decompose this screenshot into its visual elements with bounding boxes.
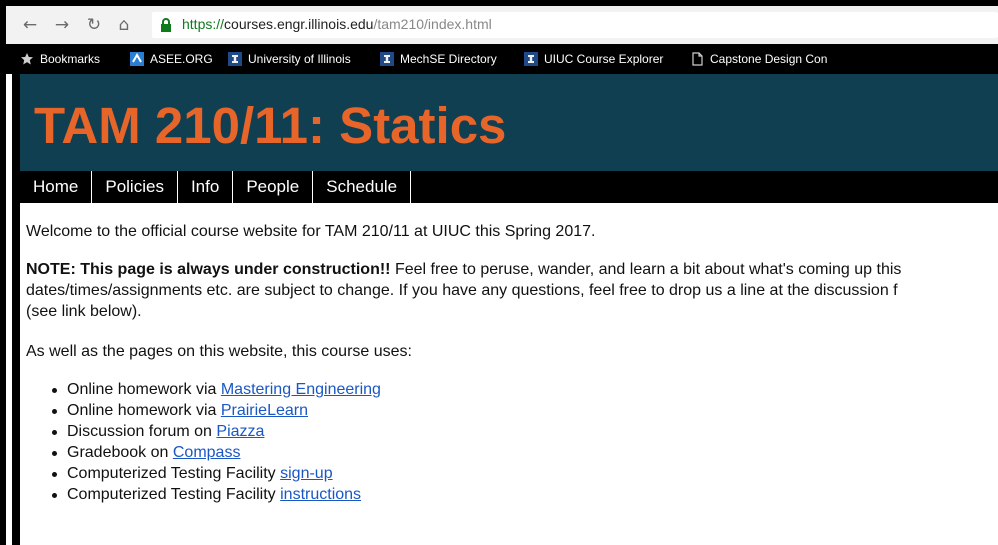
list-item: Online homework via PrairieLearn [52, 401, 381, 422]
lock-icon [161, 18, 171, 32]
bookmark-label: Bookmarks [40, 52, 101, 66]
nav-info[interactable]: Info [178, 171, 234, 203]
bookmark-label: ASEE.ORG [150, 52, 213, 66]
note-line-3: (see link below). [26, 303, 142, 320]
bookmark-uiuc-course-explorer[interactable]: UIUC Course Explorer [524, 51, 663, 67]
list-item-text: Online homework via [67, 402, 221, 419]
star-icon [21, 53, 33, 65]
list-item: Discussion forum on Piazza [52, 422, 381, 443]
bookmarks-bar: Bookmarks ASEE.ORG University of Illinoi… [6, 44, 998, 74]
instructions-link[interactable]: instructions [280, 486, 361, 503]
url-path: /tam210/index.html [373, 16, 492, 32]
browser-toolbar: ← → ↻ ⌂ https://courses.engr.illinois.ed… [6, 6, 998, 44]
list-item: Computerized Testing Facility instructio… [52, 485, 381, 506]
resource-list: Online homework via Mastering Engineerin… [52, 380, 381, 506]
page-icon [692, 52, 703, 66]
illinois-i-icon [228, 52, 242, 66]
url-text: https://courses.engr.illinois.edu/tam210… [182, 16, 492, 32]
list-item-text: Computerized Testing Facility [67, 465, 281, 482]
list-item: Online homework via Mastering Engineerin… [52, 380, 381, 401]
list-item: Gradebook on Compass [52, 443, 381, 464]
site-banner: TAM 210/11: Statics [20, 74, 998, 171]
piazza-link[interactable]: Piazza [216, 423, 264, 440]
signup-link[interactable]: sign-up [280, 465, 332, 482]
forward-arrow-icon[interactable]: → [52, 15, 72, 35]
list-item-text: Online homework via [67, 381, 221, 398]
asee-icon [130, 52, 144, 66]
welcome-text: Welcome to the official course website f… [26, 223, 596, 240]
site-title: TAM 210/11: Statics [34, 97, 507, 154]
address-field[interactable]: https://courses.engr.illinois.edu/tam210… [152, 12, 998, 38]
note-text: Feel free to peruse, wander, and learn a… [390, 261, 902, 278]
home-icon[interactable]: ⌂ [114, 15, 134, 35]
list-item: Computerized Testing Facility sign-up [52, 464, 381, 485]
nav-home[interactable]: Home [20, 171, 93, 203]
note-line-2: dates/times/assignments etc. are subject… [26, 282, 898, 299]
nav-people[interactable]: People [233, 171, 314, 203]
illinois-i-icon [380, 52, 394, 66]
uses-intro: As well as the pages on this website, th… [26, 343, 412, 360]
compass-link[interactable]: Compass [173, 444, 241, 461]
bookmark-mechse-directory[interactable]: MechSE Directory [380, 51, 497, 67]
bookmark-label: MechSE Directory [400, 52, 497, 66]
bookmark-label: UIUC Course Explorer [544, 52, 664, 66]
bookmark-label: Capstone Design Con [710, 52, 828, 66]
note-line-1: NOTE: This page is always under construc… [26, 260, 901, 280]
nav-policies[interactable]: Policies [92, 171, 178, 203]
reload-icon[interactable]: ↻ [84, 15, 104, 35]
mastering-engineering-link[interactable]: Mastering Engineering [221, 381, 381, 398]
page-content: TAM 210/11: Statics Home Policies Info P… [12, 74, 998, 545]
illinois-i-icon [524, 52, 538, 66]
list-item-text: Computerized Testing Facility [67, 486, 281, 503]
list-item-text: Discussion forum on [67, 423, 217, 440]
prairielearn-link[interactable]: PrairieLearn [221, 402, 308, 419]
back-arrow-icon[interactable]: ← [20, 15, 40, 35]
url-scheme: https:// [182, 16, 225, 32]
site-nav: Home Policies Info People Schedule [20, 171, 998, 203]
note-heading: NOTE: This page is always under construc… [26, 261, 391, 278]
bookmarks-menu[interactable]: Bookmarks [20, 51, 100, 67]
bookmark-label: University of Illinois [248, 52, 351, 66]
url-host: courses.engr.illinois.edu [224, 16, 374, 32]
list-item-text: Gradebook on [67, 444, 173, 461]
nav-schedule[interactable]: Schedule [313, 171, 412, 203]
bookmark-asee[interactable]: ASEE.ORG [130, 51, 213, 67]
bookmark-university-of-illinois[interactable]: University of Illinois [228, 51, 351, 67]
bookmark-capstone-design[interactable]: Capstone Design Con [690, 51, 827, 67]
